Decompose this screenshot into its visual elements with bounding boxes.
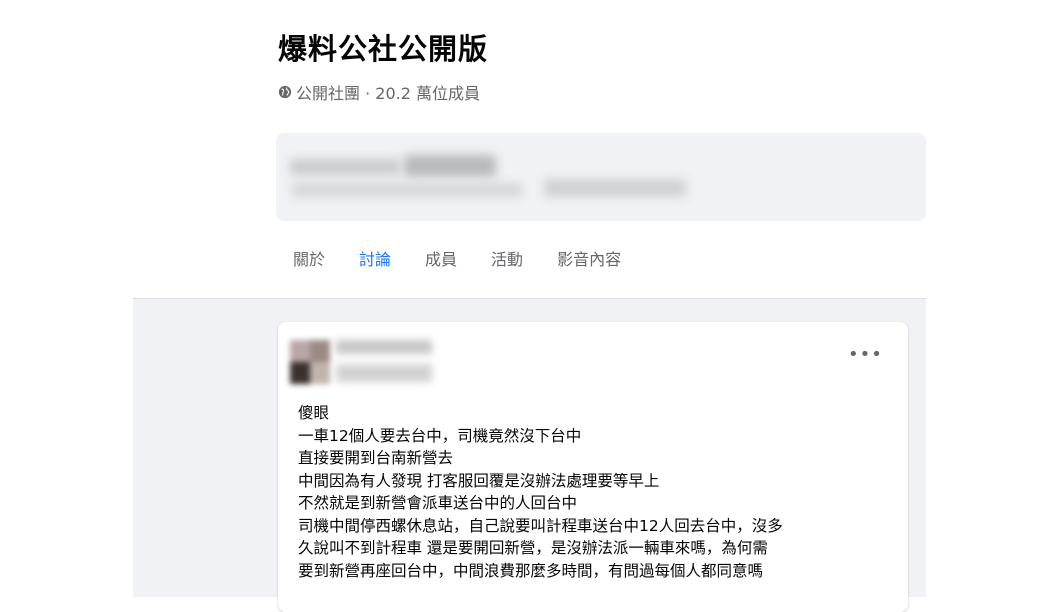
- post-line: 不然就是到新營會派車送台中的人回台中: [298, 494, 578, 512]
- group-meta: 公開社團 · 20.2 萬位成員: [278, 80, 480, 104]
- post-line: 中間因為有人發現 打客服回覆是沒辦法處理要等早上: [298, 471, 660, 490]
- tab-media[interactable]: 影音內容: [540, 238, 638, 298]
- post-card: ••• 傻眼 一車12個人要去台中，司機竟然沒下台中 直接要開到台南新營去 中間…: [278, 322, 908, 612]
- group-header: 爆料公社公開版 公開社團 · 20.2 萬位成員 關於 討論 成員 活動 影音內…: [0, 0, 1060, 314]
- tab-members[interactable]: 成員: [408, 238, 474, 298]
- group-cover-blurred: [276, 133, 926, 221]
- group-meta-text: 公開社團 · 20.2 萬位成員: [296, 84, 480, 103]
- post-line: 傻眼: [298, 404, 330, 422]
- post-line: 要到新營再座回台中，中間浪費那麼多時間，有問過每個人都同意嗎: [298, 561, 764, 580]
- post-body: 傻眼 一車12個人要去台中，司機竟然沒下台中 直接要開到台南新營去 中間因為有人…: [298, 402, 898, 582]
- author-name-blurred[interactable]: [336, 340, 432, 354]
- more-options-icon[interactable]: •••: [848, 346, 882, 368]
- tab-about[interactable]: 關於: [276, 238, 342, 298]
- tab-discussion[interactable]: 討論: [342, 238, 409, 314]
- globe-icon: [278, 85, 292, 99]
- tab-events[interactable]: 活動: [474, 238, 540, 298]
- post-line: 一車12個人要去台中，司機竟然沒下台中: [298, 426, 582, 445]
- group-tabs: 關於 討論 成員 活動 影音內容: [276, 238, 638, 314]
- post-line: 直接要開到台南新營去: [298, 449, 454, 467]
- post-meta-blurred: [336, 364, 432, 382]
- avatar[interactable]: [290, 340, 330, 384]
- post-line: 久說叫不到計程車 還是要開回新營，是沒辦法派一輛車來嗎，為何需: [298, 539, 768, 557]
- post-line: 司機中間停西螺休息站，自己說要叫計程車送台中12人回去台中，沒多: [298, 516, 783, 535]
- group-title[interactable]: 爆料公社公開版: [278, 26, 488, 68]
